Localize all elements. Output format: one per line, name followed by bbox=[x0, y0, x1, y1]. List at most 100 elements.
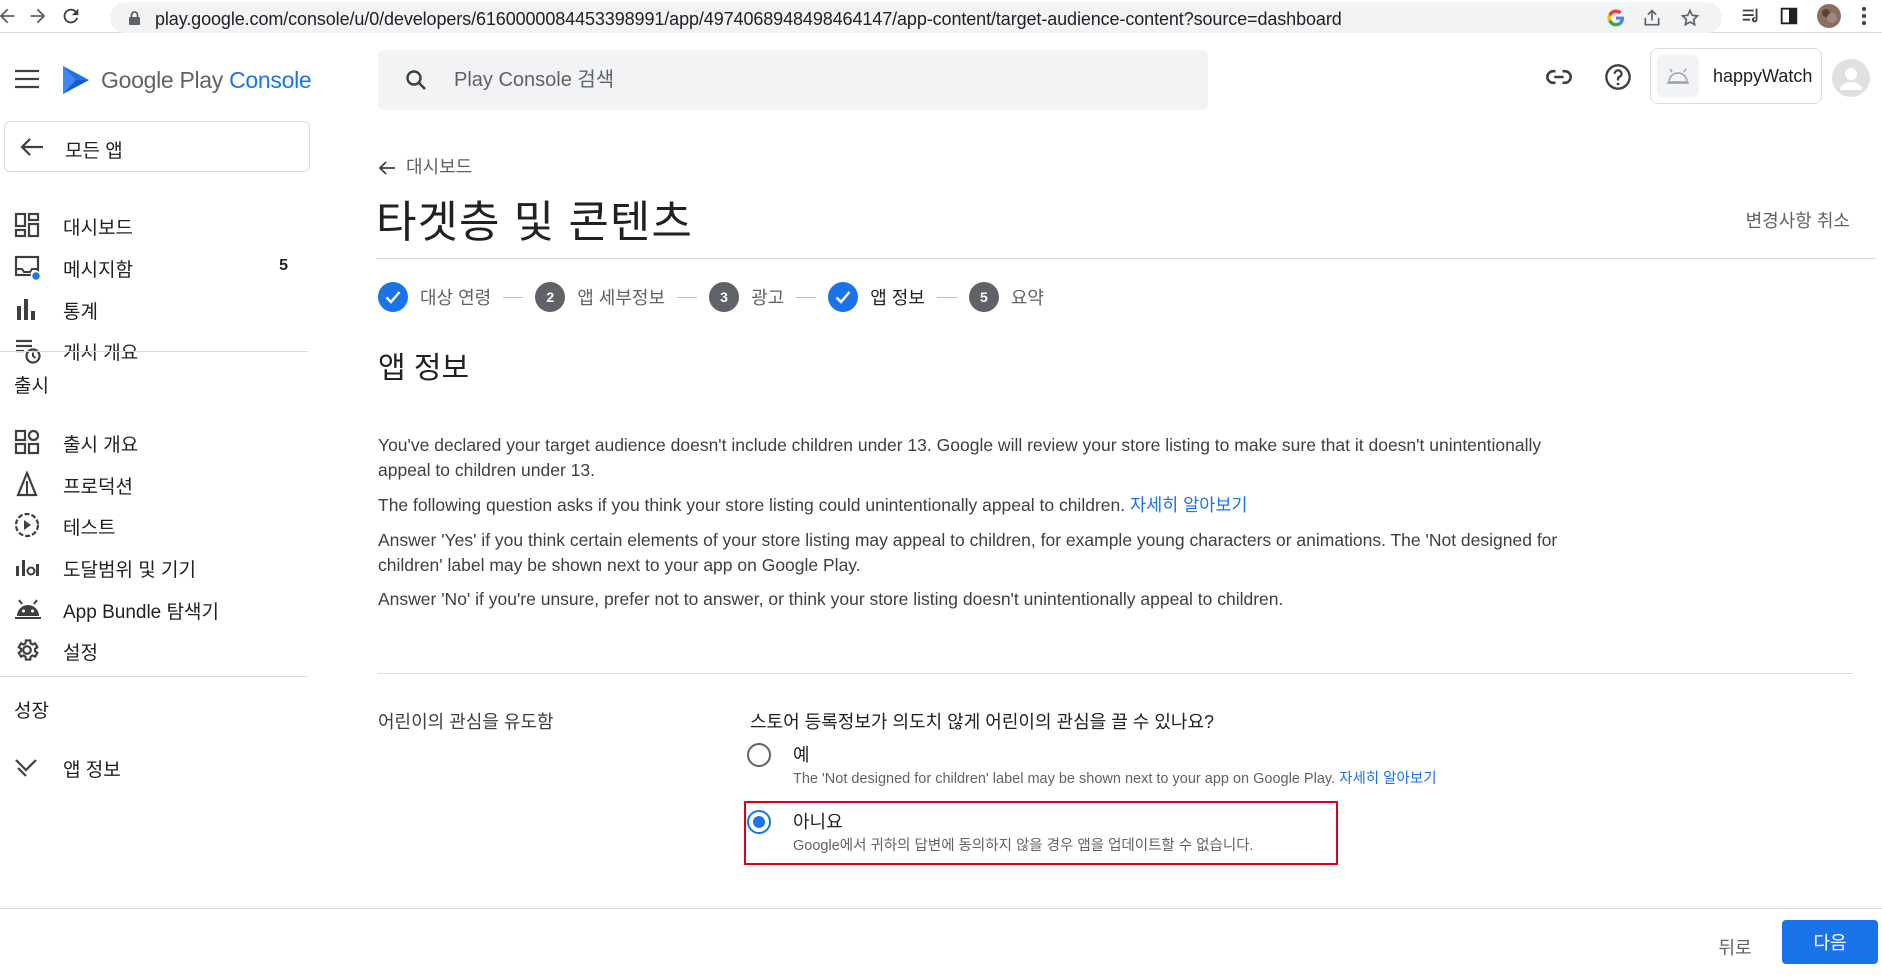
back-arrow-icon bbox=[378, 161, 395, 175]
step-connector bbox=[677, 296, 698, 298]
paragraph-declaration: You've declared your target audience doe… bbox=[378, 435, 1542, 480]
step-summary[interactable]: 5 요약 bbox=[968, 282, 1044, 312]
inbox-icon bbox=[14, 254, 42, 282]
sidebar-item-publishing-overview[interactable]: 게시 개요 bbox=[0, 327, 310, 371]
stepper: 대상 연령 2 앱 세부정보 3 광고 앱 정보 5 요약 bbox=[378, 281, 1044, 313]
step-label: 광고 bbox=[751, 288, 785, 308]
app-icon bbox=[1657, 55, 1699, 97]
sidebar-section-growth: 성장 bbox=[14, 701, 49, 722]
sidebar-item-statistics[interactable]: 통계 bbox=[0, 286, 310, 330]
step-label: 요약 bbox=[1010, 288, 1044, 308]
sidebar-section-release: 출시 bbox=[14, 376, 49, 397]
logo-text[interactable]: Google Play Console bbox=[101, 67, 312, 94]
option-description: The 'Not designed for children' label ma… bbox=[793, 767, 1437, 788]
search-input[interactable] bbox=[454, 64, 1154, 96]
google-icon[interactable] bbox=[1606, 8, 1626, 28]
more-vert-icon[interactable] bbox=[1860, 5, 1868, 27]
inbox-count-badge: 5 bbox=[279, 257, 288, 274]
share-icon[interactable] bbox=[1642, 8, 1662, 28]
discard-changes-button[interactable]: 변경사항 취소 bbox=[1746, 207, 1850, 233]
bar-chart-icon bbox=[14, 296, 42, 324]
step-connector bbox=[936, 296, 957, 298]
paragraph-answer-no: Answer 'No' if you're unsure, prefer not… bbox=[378, 589, 1284, 609]
question-text: 스토어 등록정보가 의도치 않게 어린이의 관심을 끌 수 있나요? bbox=[750, 712, 1215, 732]
sidebar-item-settings[interactable]: 설정 bbox=[0, 627, 310, 671]
reload-icon[interactable] bbox=[60, 5, 82, 27]
paragraph-question-intro: The following question asks if you think… bbox=[378, 493, 1578, 518]
production-icon bbox=[14, 471, 42, 499]
sidebar-item-production[interactable]: 프로덕션 bbox=[0, 461, 310, 505]
account-name: happyWatch bbox=[1713, 66, 1813, 86]
play-console-logo-icon[interactable] bbox=[60, 64, 92, 96]
logo-text-main: Google Play bbox=[101, 67, 230, 93]
sidebar-item-app-bundle-explorer[interactable]: App Bundle 탐색기 bbox=[0, 586, 310, 630]
step-number: 2 bbox=[535, 282, 566, 312]
profile-avatar-icon[interactable] bbox=[1816, 3, 1842, 29]
search-icon bbox=[404, 68, 428, 92]
sidebar-item-label: App Bundle 탐색기 bbox=[63, 602, 219, 623]
sidebar-divider bbox=[0, 676, 308, 677]
highlight-annotation-box bbox=[744, 801, 1338, 865]
step-store-presence[interactable]: 앱 정보 bbox=[828, 282, 925, 312]
back-button[interactable]: 뒤로 bbox=[1700, 927, 1770, 967]
paragraph-answer-yes: Answer 'Yes' if you think certain elemen… bbox=[378, 530, 1558, 575]
user-avatar[interactable] bbox=[1832, 59, 1870, 97]
learn-more-link[interactable]: 자세히 알아보기 bbox=[1130, 495, 1248, 515]
dashboard-icon bbox=[14, 212, 42, 240]
sidebar-divider bbox=[0, 351, 308, 352]
sidebar-item-dashboard[interactable]: 대시보드 bbox=[0, 202, 310, 246]
android-icon bbox=[1667, 68, 1689, 84]
sidebar-item-label: 도달범위 및 기기 bbox=[63, 560, 196, 581]
logo-text-accent: Console bbox=[229, 67, 312, 93]
url-text[interactable]: play.google.com/console/u/0/developers/6… bbox=[155, 9, 1342, 30]
step-number: 5 bbox=[968, 282, 999, 312]
learn-more-link[interactable]: 자세히 알아보기 bbox=[1339, 771, 1436, 787]
all-apps-label: 모든 앱 bbox=[65, 141, 123, 162]
reading-list-icon[interactable] bbox=[1740, 5, 1762, 27]
step-target-age[interactable]: 대상 연령 bbox=[378, 282, 491, 312]
side-panel-icon[interactable] bbox=[1778, 5, 1800, 27]
android-icon bbox=[14, 596, 42, 624]
page-title: 타겟층 및 콘텐츠 bbox=[376, 198, 693, 247]
person-icon bbox=[1840, 68, 1862, 90]
step-label: 대상 연령 bbox=[420, 288, 492, 308]
back-link-label: 대시보드 bbox=[406, 157, 473, 177]
app-header: Google Play Console happyWatch bbox=[0, 33, 1882, 113]
sidebar-item-testing[interactable]: 테스트 bbox=[0, 502, 310, 546]
menu-icon[interactable] bbox=[14, 69, 40, 89]
star-icon[interactable] bbox=[1680, 8, 1700, 28]
step-app-details[interactable]: 2 앱 세부정보 bbox=[535, 282, 665, 312]
option-label: 예 bbox=[793, 745, 810, 765]
address-bar[interactable]: play.google.com/console/u/0/developers/6… bbox=[110, 2, 1722, 33]
store-presence-icon bbox=[14, 754, 42, 782]
step-label: 앱 정보 bbox=[870, 288, 925, 308]
back-to-dashboard-link[interactable]: 대시보드 bbox=[378, 153, 472, 179]
check-circle-icon bbox=[378, 282, 408, 312]
all-apps-button[interactable]: 모든 앱 bbox=[4, 121, 310, 172]
sidebar-item-label: 출시 개요 bbox=[63, 435, 139, 456]
account-switcher[interactable]: happyWatch bbox=[1650, 48, 1822, 104]
reach-devices-icon bbox=[14, 554, 42, 582]
forward-arrow-icon[interactable] bbox=[27, 5, 49, 27]
sidebar-item-label: 설정 bbox=[63, 643, 98, 664]
paragraph-text: The following question asks if you think… bbox=[378, 495, 1130, 515]
link-icon[interactable] bbox=[1545, 63, 1573, 91]
back-arrow-icon[interactable] bbox=[0, 5, 18, 27]
step-number: 3 bbox=[709, 282, 740, 312]
sidebar-item-reach-devices[interactable]: 도달범위 및 기기 bbox=[0, 544, 310, 588]
sidebar-item-label: 앱 정보 bbox=[63, 760, 121, 781]
step-connector bbox=[796, 296, 817, 298]
search-box[interactable] bbox=[378, 50, 1208, 110]
title-divider bbox=[376, 258, 1876, 259]
sidebar-item-inbox[interactable]: 메시지함 5 bbox=[0, 244, 310, 288]
check-circle-icon bbox=[828, 282, 859, 312]
help-icon[interactable] bbox=[1604, 63, 1632, 91]
radio-yes[interactable] bbox=[747, 743, 771, 767]
sidebar-item-store-presence[interactable]: 앱 정보 bbox=[0, 744, 310, 788]
sidebar-item-release-overview[interactable]: 출시 개요 bbox=[0, 419, 310, 463]
next-button[interactable]: 다음 bbox=[1782, 920, 1878, 964]
step-connector bbox=[503, 296, 524, 298]
section-title: 앱 정보 bbox=[378, 352, 470, 385]
step-ads[interactable]: 3 광고 bbox=[709, 282, 784, 312]
sidebar-item-label: 대시보드 bbox=[63, 218, 133, 239]
